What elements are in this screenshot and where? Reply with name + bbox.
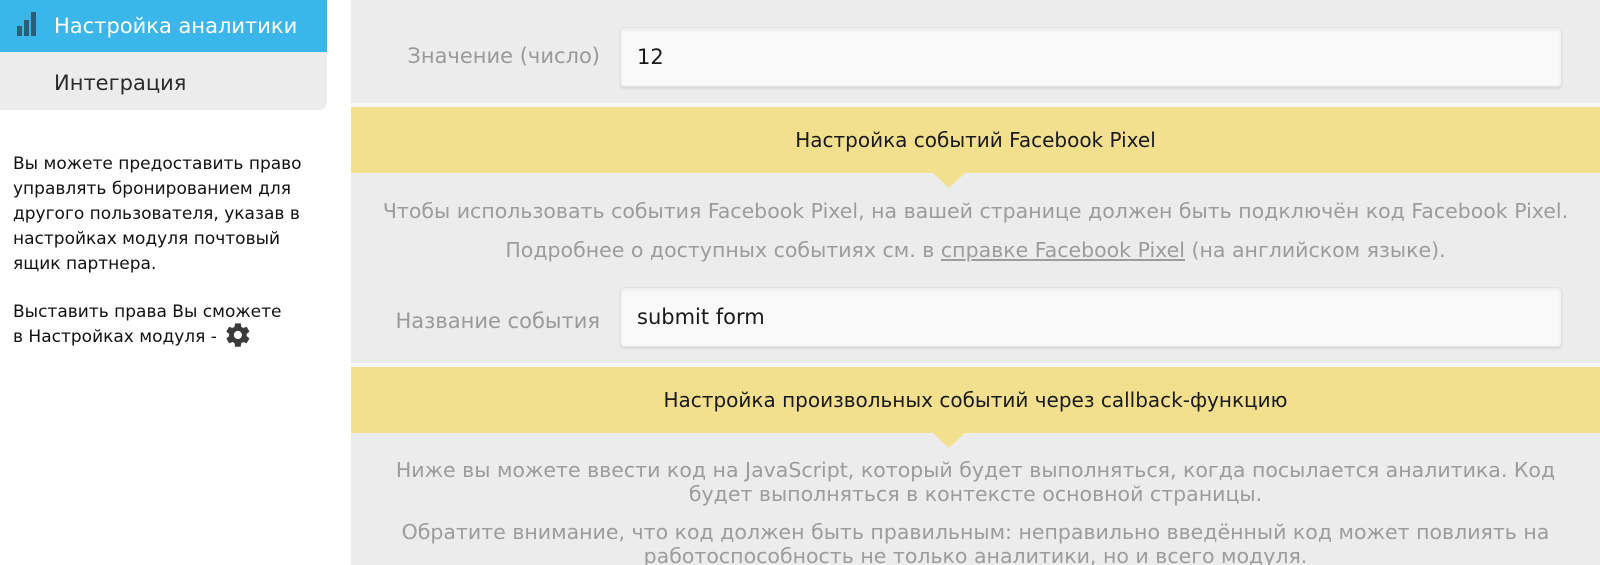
value-field-row: Значение (число) <box>351 0 1600 105</box>
callback-section-header: Настройка произвольных событий через cal… <box>351 367 1600 448</box>
settings-note-line-2: в Настройках модуля - <box>13 327 217 347</box>
sidebar-item-label: Настройка аналитики <box>54 14 298 38</box>
section-arrow-icon <box>933 173 965 188</box>
analytics-settings-panel: Значение (число) Настройка событий Faceb… <box>351 0 1600 565</box>
sidebar: Настройка аналитики Интеграция Вы можете… <box>0 0 330 565</box>
sidebar-item-label: Интеграция <box>54 71 187 95</box>
section-title: Настройка событий Facebook Pixel <box>795 128 1156 152</box>
facebook-pixel-description: Чтобы использовать события Facebook Pixe… <box>382 199 1569 223</box>
callback-description: Ниже вы можете ввести код на JavaScript,… <box>395 458 1556 506</box>
settings-note-line-1: Выставить права Вы сможете <box>13 302 282 322</box>
bar-chart-icon <box>17 12 36 36</box>
callback-warning: Обратите внимание, что код должен быть п… <box>401 520 1550 565</box>
event-name-row: Название события <box>351 280 1600 363</box>
section-title: Настройка произвольных событий через cal… <box>663 388 1288 412</box>
value-field-label: Значение (число) <box>407 44 600 68</box>
sidebar-menu: Настройка аналитики Интеграция <box>0 0 327 110</box>
permissions-note: Вы можете предоставить право управлять б… <box>13 154 302 274</box>
settings-note: Выставить права Вы сможете в Настройках … <box>13 300 313 350</box>
section-arrow-icon <box>933 433 965 448</box>
facebook-pixel-help-link[interactable]: справке Facebook Pixel <box>941 238 1185 262</box>
event-name-input[interactable] <box>620 287 1562 347</box>
help-text-before: Подробнее о доступных событиях см. в <box>505 238 941 262</box>
help-text-after: (на английском языке). <box>1185 238 1446 262</box>
event-name-label: Название события <box>395 309 600 333</box>
sidebar-item-analytics-settings[interactable]: Настройка аналитики <box>0 0 327 52</box>
facebook-pixel-help-text: Подробнее о доступных событиях см. в спр… <box>361 238 1590 262</box>
facebook-pixel-section-header: Настройка событий Facebook Pixel <box>351 107 1600 188</box>
value-number-input[interactable] <box>620 27 1562 87</box>
sidebar-item-integration[interactable]: Интеграция <box>0 57 327 109</box>
gear-icon[interactable] <box>224 321 252 349</box>
